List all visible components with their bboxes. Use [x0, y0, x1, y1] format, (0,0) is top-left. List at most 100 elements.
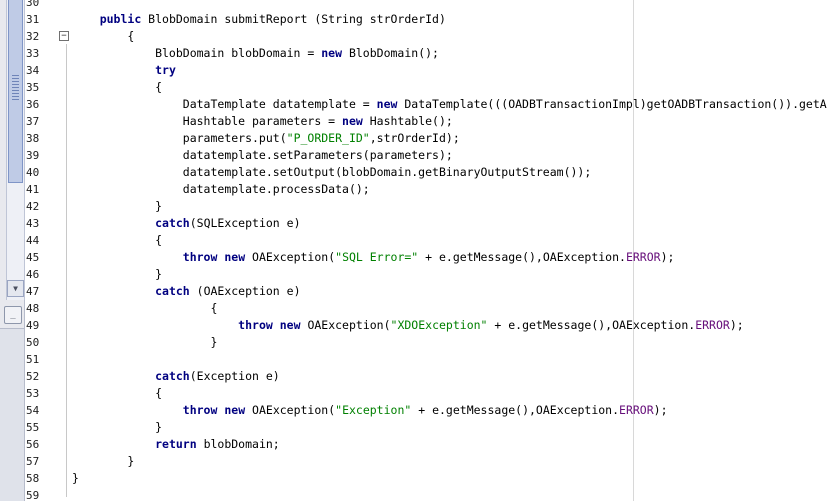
line-number: 39: [26, 149, 40, 162]
line-number: 30: [26, 0, 40, 9]
line-number: 46: [26, 268, 40, 281]
code-line[interactable]: 51: [0, 351, 830, 368]
code-line[interactable]: 56 return blobDomain;: [0, 436, 830, 453]
code-text: parameters.put("P_ORDER_ID",strOrderId);: [72, 130, 460, 147]
code-text: throw new OAException("XDOException" + e…: [72, 317, 744, 334]
token-kw: new: [342, 114, 363, 128]
code-text: {: [72, 300, 217, 317]
line-number: 42: [26, 200, 40, 213]
token-kw: try: [155, 63, 176, 77]
token-text: DataTemplate datatemplate =: [72, 97, 377, 111]
token-text: + e.getMessage(),OAException.: [487, 318, 696, 332]
token-text: );: [660, 250, 675, 264]
token-kw: throw: [182, 403, 218, 417]
line-number: 48: [26, 302, 40, 315]
code-line[interactable]: 40 datatemplate.setOutput(blobDomain.get…: [0, 164, 830, 181]
token-text: BlobDomain submitReport (String strOrder…: [141, 12, 446, 26]
code-line[interactable]: 45 throw new OAException("SQL Error=" + …: [0, 249, 830, 266]
line-number: 37: [26, 115, 40, 128]
token-text: }: [72, 335, 218, 349]
code-line[interactable]: 34 try: [0, 62, 830, 79]
token-text: datatemplate.setParameters(parameters);: [72, 148, 453, 162]
token-text: BlobDomain blobDomain =: [72, 46, 322, 60]
code-text: }: [72, 198, 162, 215]
line-number: 38: [26, 132, 40, 145]
code-text: DataTemplate datatemplate = new DataTemp…: [72, 96, 827, 113]
code-line[interactable]: 53 {: [0, 385, 830, 402]
code-line[interactable]: 57 }: [0, 453, 830, 470]
code-line[interactable]: 33 BlobDomain blobDomain = new BlobDomai…: [0, 45, 830, 62]
code-line[interactable]: 54 throw new OAException("Exception" + e…: [0, 402, 830, 419]
code-line[interactable]: 37 Hashtable parameters = new Hashtable(…: [0, 113, 830, 130]
code-line[interactable]: 48 {: [0, 300, 830, 317]
line-number: 32: [26, 30, 40, 43]
code-line[interactable]: 32 {: [0, 28, 830, 45]
code-text: public BlobDomain submitReport (String s…: [72, 11, 446, 28]
code-line[interactable]: 43 catch(SQLException e): [0, 215, 830, 232]
token-str: "SQL Error=": [335, 250, 419, 264]
token-text: OAException(: [245, 250, 336, 264]
token-text: datatemplate.processData();: [72, 182, 370, 196]
line-number: 44: [26, 234, 40, 247]
line-number: 34: [26, 64, 40, 77]
code-line[interactable]: 59: [0, 487, 830, 501]
token-text: );: [729, 318, 744, 332]
token-kw: catch: [155, 284, 190, 298]
code-line[interactable]: 58}: [0, 470, 830, 487]
token-text: }: [72, 471, 79, 485]
code-text: }: [72, 419, 162, 436]
code-text: return blobDomain;: [72, 436, 280, 453]
token-text: {: [72, 301, 218, 315]
code-line[interactable]: 52 catch(Exception e): [0, 368, 830, 385]
code-line[interactable]: 55 }: [0, 419, 830, 436]
code-line[interactable]: 41 datatemplate.processData();: [0, 181, 830, 198]
line-number: 40: [26, 166, 40, 179]
token-text: datatemplate.setOutput(blobDomain.getBin…: [72, 165, 592, 179]
code-text: }: [72, 470, 79, 487]
token-text: }: [72, 420, 163, 434]
token-kw: catch: [155, 216, 190, 230]
code-line[interactable]: 30: [0, 0, 830, 11]
line-number: 47: [26, 285, 40, 298]
code-text: try: [72, 62, 176, 79]
code-line[interactable]: 49 throw new OAException("XDOException" …: [0, 317, 830, 334]
token-text: );: [653, 403, 668, 417]
code-line[interactable]: 38 parameters.put("P_ORDER_ID",strOrderI…: [0, 130, 830, 147]
line-number: 36: [26, 98, 40, 111]
code-line[interactable]: 50 }: [0, 334, 830, 351]
code-line[interactable]: 36 DataTemplate datatemplate = new DataT…: [0, 96, 830, 113]
line-number: 41: [26, 183, 40, 196]
code-text: {: [72, 79, 162, 96]
code-line[interactable]: 35 {: [0, 79, 830, 96]
token-text: {: [72, 386, 163, 400]
token-text: + e.getMessage(),OAException.: [418, 250, 626, 264]
token-str: "P_ORDER_ID": [286, 131, 370, 145]
token-text: }: [72, 267, 163, 281]
token-text: parameters.put(: [72, 131, 287, 145]
code-line[interactable]: 42 }: [0, 198, 830, 215]
code-text: }: [72, 334, 217, 351]
token-text: {: [72, 29, 135, 43]
code-line[interactable]: 44 {: [0, 232, 830, 249]
code-line[interactable]: 46 }: [0, 266, 830, 283]
token-text: OAException(: [245, 403, 336, 417]
code-line[interactable]: 39 datatemplate.setParameters(parameters…: [0, 147, 830, 164]
code-line[interactable]: 31 public BlobDomain submitReport (Strin…: [0, 11, 830, 28]
line-number: 33: [26, 47, 40, 60]
line-number: 35: [26, 81, 40, 94]
code-line[interactable]: 47 catch (OAException e): [0, 283, 830, 300]
line-number: 54: [26, 404, 40, 417]
line-number: 58: [26, 472, 40, 485]
token-text: (Exception e): [189, 369, 280, 383]
token-text: {: [72, 80, 163, 94]
token-field: ERROR: [625, 250, 661, 264]
token-kw: new: [279, 318, 301, 332]
token-text: BlobDomain();: [342, 46, 439, 60]
line-number: 45: [26, 251, 40, 264]
token-kw: new: [224, 403, 246, 417]
